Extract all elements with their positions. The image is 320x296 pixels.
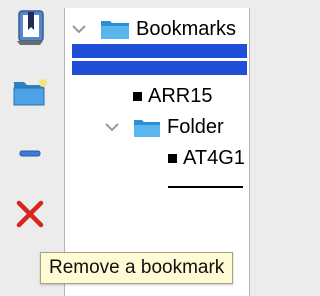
bookmark-bullet-icon <box>133 91 142 101</box>
bookmark-icon <box>17 10 44 45</box>
separator-icon <box>19 150 41 157</box>
remove-bookmark-button[interactable] <box>8 192 52 236</box>
selected-row-highlight <box>72 61 247 75</box>
tree-root-row[interactable]: Bookmarks <box>70 14 236 44</box>
tree-item-label: ARR15 <box>148 84 213 107</box>
folder-add-icon <box>13 79 47 106</box>
tree-root-label: Bookmarks <box>136 17 237 40</box>
tree-separator[interactable] <box>168 186 243 188</box>
tooltip: Remove a bookmark <box>40 252 234 284</box>
bookmark-toolbar <box>0 0 64 288</box>
bookmark-bullet-icon <box>168 153 177 163</box>
tree-item-arr15[interactable]: ARR15 <box>133 81 212 111</box>
chevron-down-icon[interactable] <box>103 118 121 136</box>
tree-item-label: AT4G1 <box>183 146 245 169</box>
add-bookmark-button[interactable] <box>8 6 52 50</box>
chevron-down-icon[interactable] <box>70 20 88 38</box>
tooltip-text: Remove a bookmark <box>49 257 225 278</box>
add-folder-button[interactable] <box>8 70 52 114</box>
selected-row-highlight <box>72 44 247 58</box>
folder-icon <box>101 21 129 39</box>
folder-icon <box>134 119 160 137</box>
tree-folder-label: Folder <box>167 115 224 138</box>
tree-folder-row[interactable]: Folder <box>103 112 224 142</box>
add-separator-button[interactable] <box>8 132 52 176</box>
remove-icon <box>16 200 44 228</box>
tree-item-at4g1[interactable]: AT4G1 <box>168 143 245 173</box>
